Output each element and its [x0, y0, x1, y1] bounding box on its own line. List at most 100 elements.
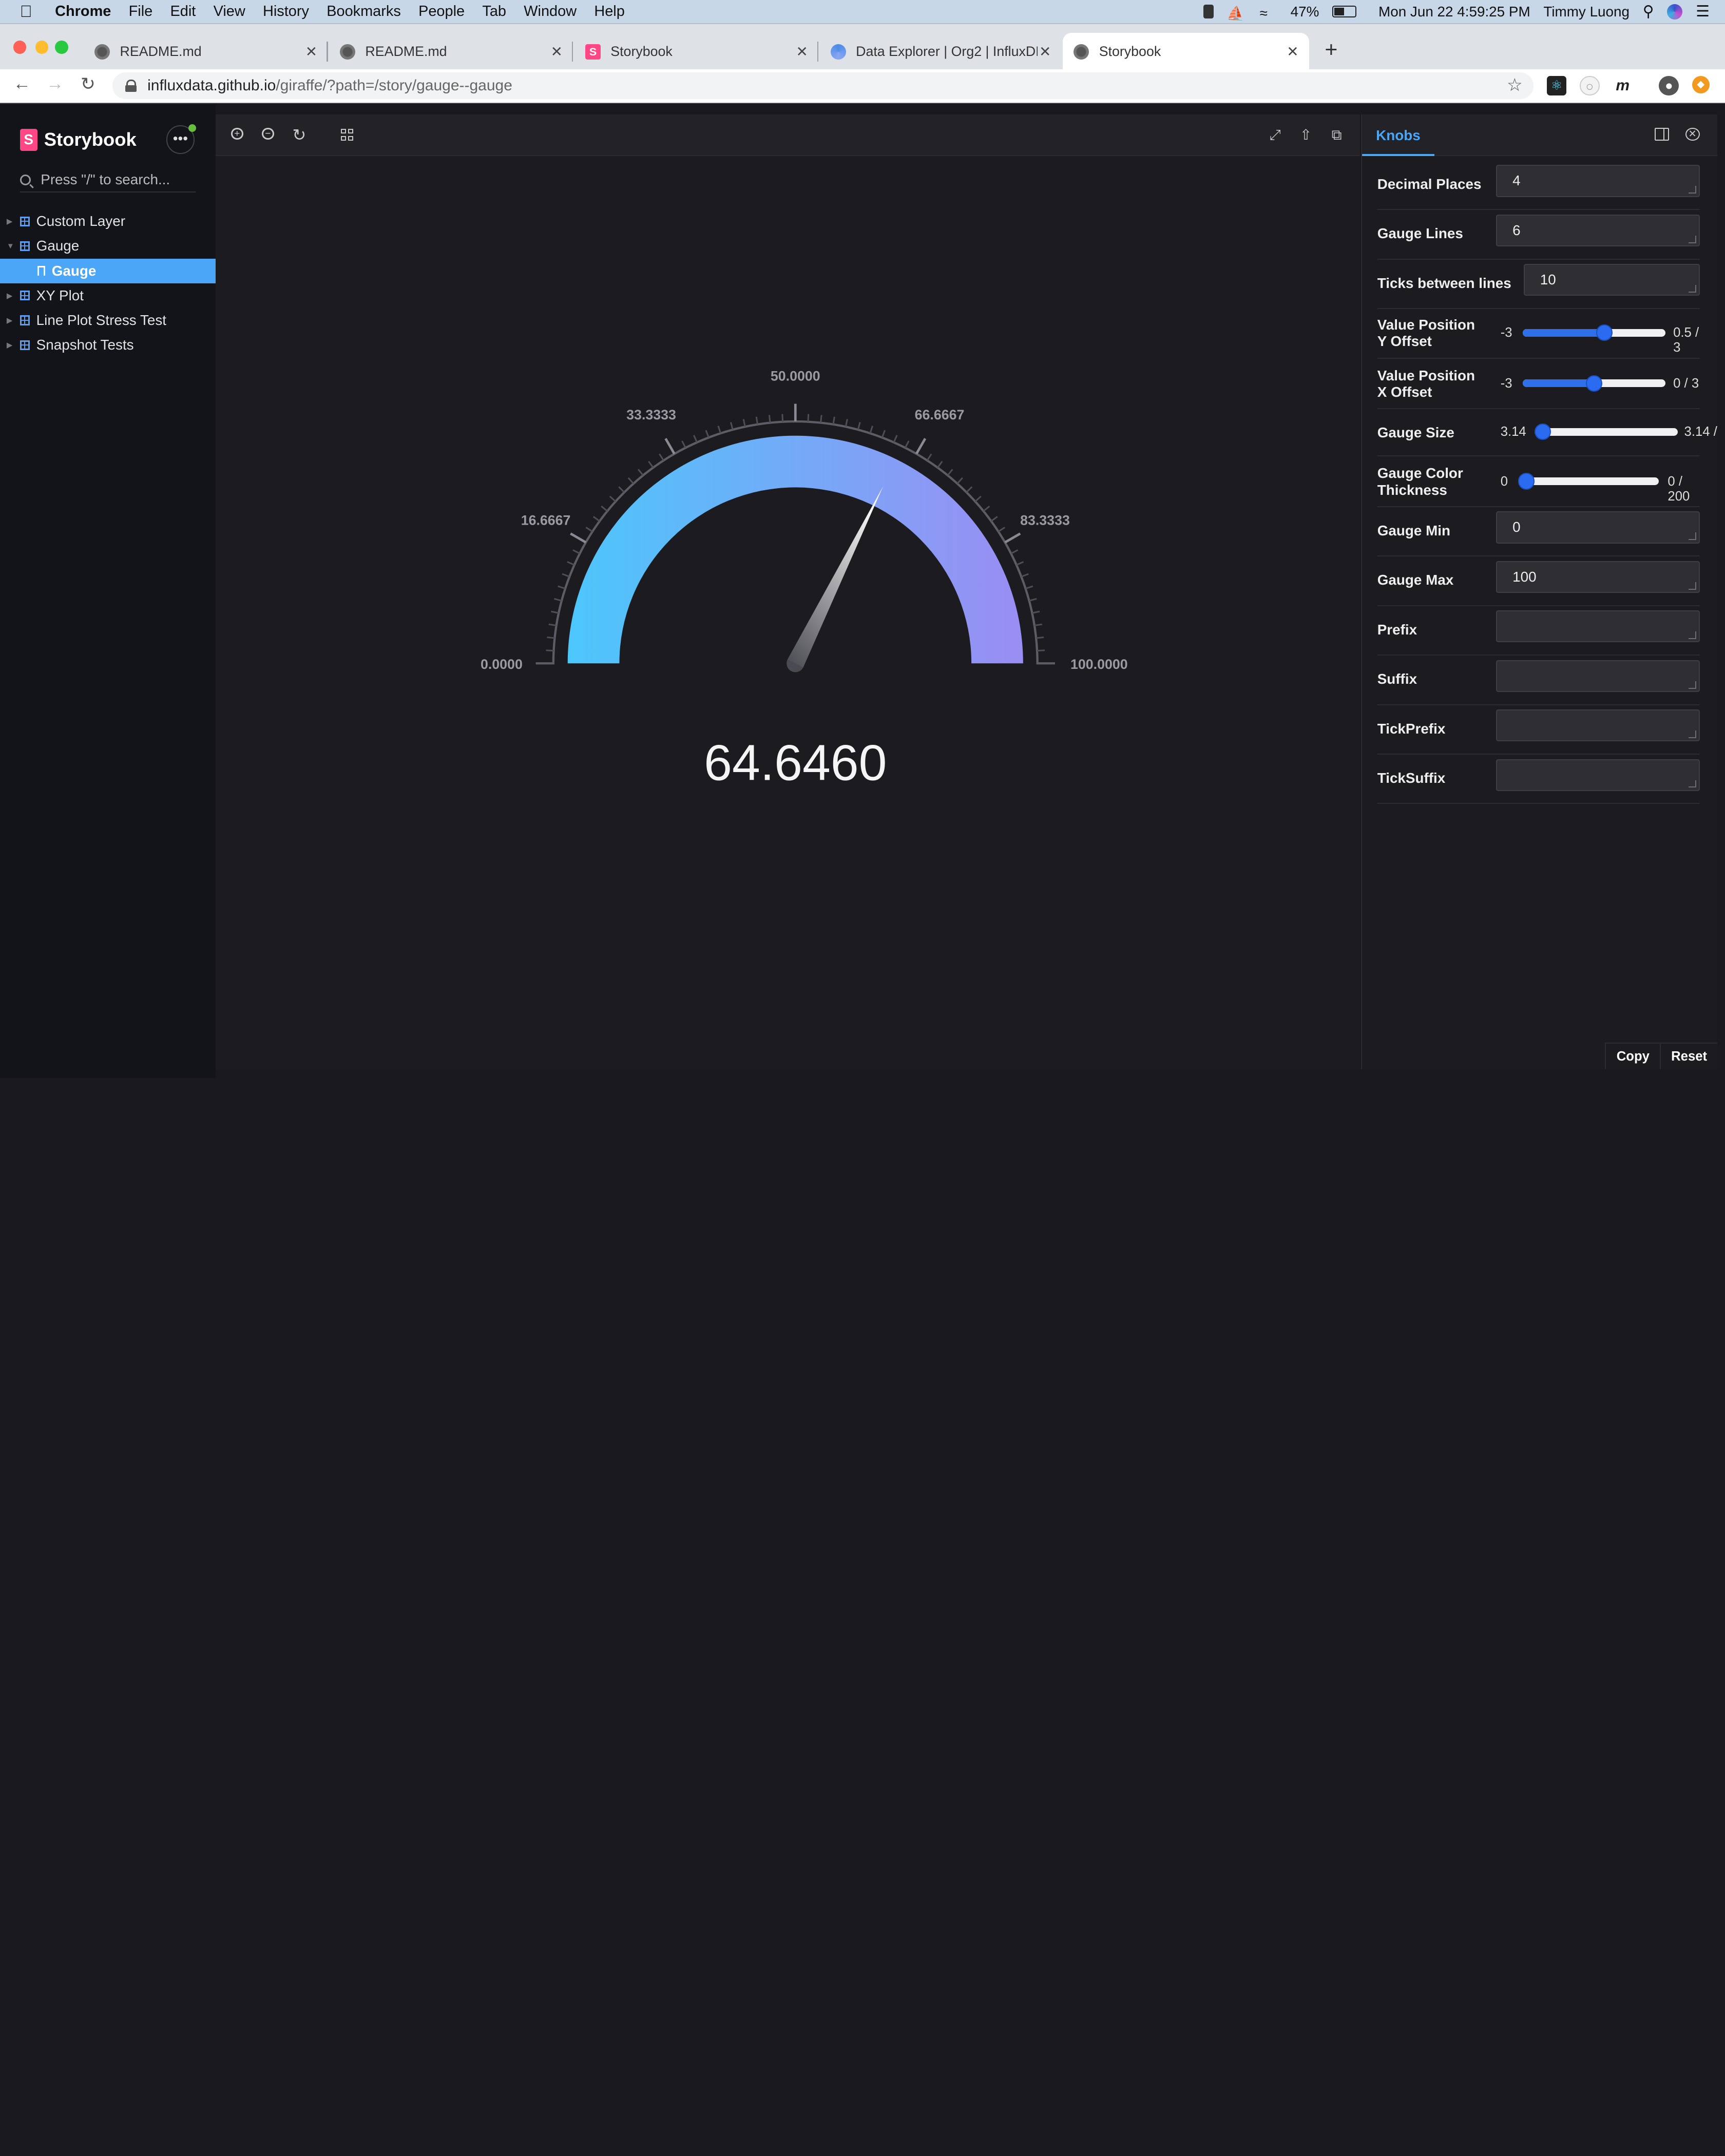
reload-icon[interactable]: ↻ [76, 74, 100, 94]
tab-readme-1[interactable]: README.md ✕ [84, 33, 328, 70]
gauge-minor-tick [893, 435, 898, 443]
ticks-between-lines-input[interactable]: 10 [1523, 264, 1700, 296]
react-devtools-icon[interactable]: ⚛ [1546, 75, 1567, 96]
gauge-minor-tick [956, 477, 963, 484]
wifi-icon[interactable]: ≈ [1260, 5, 1277, 21]
tab-close-icon[interactable]: ✕ [1038, 43, 1053, 60]
panel-layout-icon[interactable] [1654, 127, 1669, 141]
caret-right-icon: ▶ [6, 316, 13, 325]
gauge-lines-input[interactable]: 6 [1496, 214, 1700, 246]
knob-label: Ticks between lines [1377, 275, 1511, 291]
spotlight-icon[interactable]: ⚲ [1643, 3, 1654, 21]
slider-thumb[interactable] [1518, 473, 1535, 490]
close-panel-icon[interactable]: ✕ [1685, 127, 1700, 141]
tab-knobs[interactable]: Knobs [1362, 114, 1435, 157]
profile-avatar-icon[interactable]: ● [1659, 75, 1679, 96]
storybook-brand[interactable]: S Storybook [20, 128, 137, 151]
tab-storybook-active[interactable]: Storybook ✕ [1063, 33, 1309, 70]
sidebar-item-custom-layer[interactable]: ▶ Custom Layer [0, 209, 216, 234]
tab-storybook-1[interactable]: S Storybook ✕ [574, 33, 819, 70]
sidebar-item-line-plot-stress-test[interactable]: ▶ Line Plot Stress Test [0, 308, 216, 333]
m-extension-icon[interactable]: m [1613, 76, 1633, 96]
gauge-chart: 0.0000 16.6667 33.3333 50.0000 66.6667 83.333… [481, 368, 1128, 791]
knob-label-line2: X Offset [1377, 383, 1432, 400]
menu-window[interactable]: Window [524, 3, 577, 20]
thickness-slider[interactable] [1518, 473, 1659, 490]
tab-close-icon[interactable]: ✕ [1285, 43, 1300, 60]
window-zoom-button[interactable] [55, 41, 68, 54]
forward-arrow-icon[interactable]: → [43, 74, 67, 94]
back-arrow-icon[interactable]: ← [10, 74, 34, 94]
siri-icon[interactable] [1667, 4, 1683, 20]
sidebar-item-xy-plot[interactable]: ▶ XY Plot [0, 283, 216, 308]
copy-button[interactable]: Copy [1605, 1043, 1660, 1069]
window-close-button[interactable] [13, 41, 27, 54]
phone-icon[interactable] [1203, 4, 1214, 19]
gauge-min-input[interactable]: 0 [1496, 511, 1700, 544]
slider-thumb[interactable] [1535, 423, 1551, 440]
sidebar-item-gauge-story[interactable]: Gauge [0, 258, 216, 283]
range-readout: 3.14 / [1684, 425, 1717, 439]
menu-view[interactable]: View [214, 3, 245, 20]
tab-close-icon[interactable]: ✕ [549, 43, 564, 60]
menu-history[interactable]: History [263, 3, 309, 20]
docker-icon[interactable]: ⛵ [1226, 5, 1247, 22]
reset-button[interactable]: Reset [1660, 1043, 1717, 1069]
extension-icon[interactable]: ○ [1580, 75, 1600, 96]
knob-label: TickSuffix [1377, 769, 1446, 786]
new-tab-button[interactable]: + [1320, 37, 1342, 63]
tab-readme-2[interactable]: README.md ✕ [329, 33, 573, 70]
apple-icon[interactable]:  [20, 2, 40, 21]
tab-data-explorer[interactable]: Data Explorer | Org2 | InfluxDB ✕ [819, 33, 1061, 70]
menu-people[interactable]: People [418, 3, 465, 20]
gauge-minor-tick [947, 469, 953, 476]
gauge-minor-tick [585, 526, 593, 532]
knob-suffix: Suffix [1377, 656, 1700, 705]
knob-gauge-color-thickness: Gauge Color Thickness 0 0 / 200 [1377, 456, 1700, 507]
knob-label: Gauge Min [1377, 522, 1451, 538]
slider-thumb[interactable] [1585, 375, 1602, 392]
gauge-minor-tick [693, 435, 698, 443]
notification-center-icon[interactable]: ☰ [1696, 3, 1710, 21]
bookmark-star-icon[interactable]: ☆ [1507, 75, 1523, 95]
decimal-places-input[interactable]: 4 [1496, 165, 1700, 197]
search-input[interactable] [41, 171, 189, 188]
menu-app-chrome[interactable]: Chrome [55, 3, 111, 20]
address-bar[interactable]: influxdata.github.io /giraffe/?path=/sto… [112, 72, 1534, 99]
tab-close-icon[interactable]: ✕ [794, 43, 810, 60]
battery-icon[interactable] [1332, 5, 1357, 18]
gauge-minor-tick [562, 573, 570, 578]
gauge-minor-tick [998, 526, 1006, 532]
sidebar-item-snapshot-tests[interactable]: ▶ Snapshot Tests [0, 333, 216, 357]
status-area: ⛵ ≈ 47% Mon Jun 22 4:59:25 PM Timmy Luon… [1203, 0, 1710, 23]
suffix-input[interactable] [1496, 660, 1700, 692]
y-offset-slider[interactable] [1522, 324, 1666, 341]
lock-icon[interactable] [125, 80, 137, 92]
sidebar-menu-button[interactable]: ••• [166, 124, 196, 154]
component-icon [20, 241, 30, 252]
menu-help[interactable]: Help [594, 3, 624, 20]
tick-suffix-input[interactable] [1496, 759, 1700, 791]
sidebar-item-gauge[interactable]: ▼ Gauge [0, 234, 216, 258]
menu-bookmarks[interactable]: Bookmarks [327, 3, 401, 20]
gauge-minor-tick [1029, 598, 1037, 602]
window-minimize-button[interactable] [35, 41, 49, 54]
orange-extension-icon[interactable]: ◆ [1692, 75, 1710, 94]
prefix-input[interactable] [1496, 610, 1700, 643]
search-box [20, 168, 196, 192]
tab-close-icon[interactable]: ✕ [303, 43, 319, 60]
gauge-minor-tick [983, 505, 990, 512]
x-offset-slider[interactable] [1522, 375, 1666, 392]
tick-prefix-input[interactable] [1496, 709, 1700, 742]
menu-file[interactable]: File [129, 3, 153, 20]
gauge-size-slider[interactable] [1535, 423, 1678, 440]
clock[interactable]: Mon Jun 22 4:59:25 PM [1378, 4, 1530, 20]
component-icon [20, 216, 30, 226]
gauge-max-input[interactable]: 100 [1496, 561, 1700, 593]
slider-thumb[interactable] [1596, 324, 1613, 341]
knob-gauge-max: Gauge Max 100 [1377, 556, 1700, 606]
menu-edit[interactable]: Edit [170, 3, 196, 20]
user-name[interactable]: Timmy Luong [1543, 4, 1630, 20]
menu-tab[interactable]: Tab [482, 3, 506, 20]
gauge-minor-tick [1032, 610, 1040, 614]
